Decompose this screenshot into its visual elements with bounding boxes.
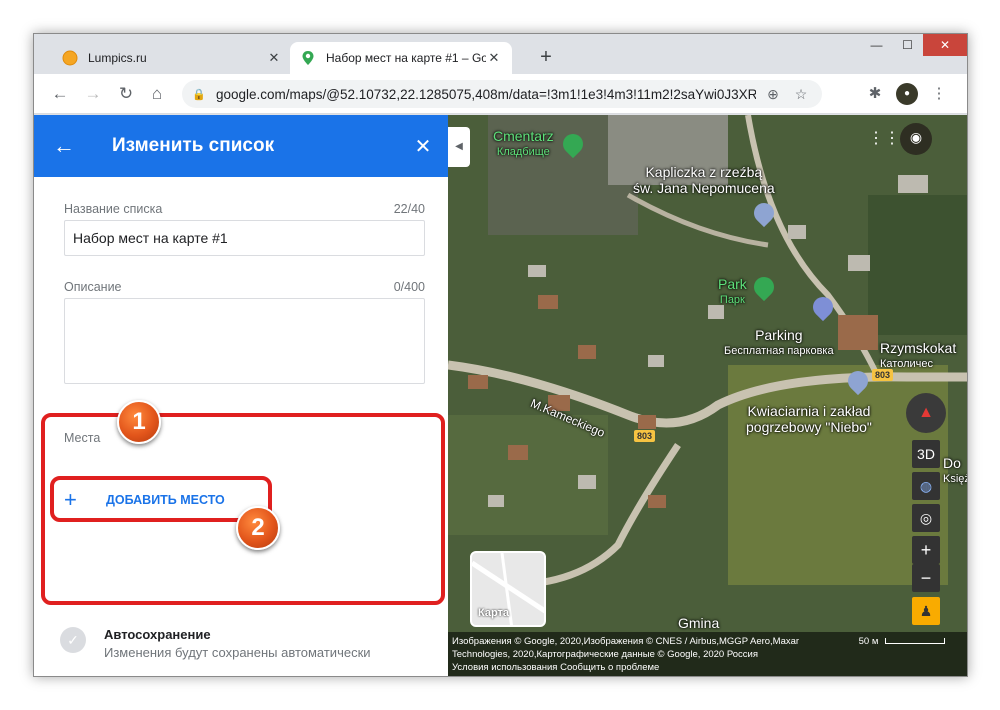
profile-avatar-icon[interactable]: ● <box>896 83 918 105</box>
attribution-line: Technologies, 2020,Картографические данн… <box>452 648 965 661</box>
label-text: Rzymskokat <box>880 340 956 356</box>
window-controls: — ☐ ✕ <box>861 34 967 56</box>
autosave-description: Изменения будут сохранены автоматически <box>104 645 371 660</box>
description-label-row: Описание 0/400 <box>64 280 425 294</box>
install-icon[interactable]: ⊕ <box>762 86 784 103</box>
minimize-icon[interactable]: — <box>861 34 892 56</box>
close-tab-icon[interactable]: ✕ <box>266 50 282 66</box>
label-text: Parking <box>724 327 834 343</box>
zoom-in-button[interactable]: + <box>912 536 940 564</box>
label-subtext: Парк <box>718 292 747 308</box>
url-text: google.com/maps/@52.10732,22.1285075,408… <box>216 87 756 102</box>
check-icon: ✓ <box>60 627 86 653</box>
map-label-kapliczka[interactable]: Kapliczka z rzeźbą św. Jana Nepomucena <box>633 164 775 196</box>
description-textarea[interactable] <box>64 298 425 384</box>
back-icon[interactable]: ← <box>48 82 72 106</box>
label-text: Do <box>943 455 968 471</box>
autosave-title: Автосохранение <box>104 627 371 642</box>
tab-title: Набор мест на карте #1 – Goog <box>326 51 486 65</box>
new-tab-button[interactable]: + <box>534 46 558 69</box>
list-name-label-row: Название списка 22/40 <box>64 202 425 216</box>
map-label-kwiaciarnia[interactable]: Kwiaciarnia i zakład pogrzebowy "Niebo" <box>746 403 872 435</box>
tab-bar: Lumpics.ru ✕ Набор мест на карте #1 – Go… <box>34 34 967 74</box>
scale-bar <box>885 638 945 644</box>
layer-label: Карта <box>478 607 509 619</box>
compass-icon[interactable]: ▲ <box>906 393 946 433</box>
reload-icon[interactable]: ↻ <box>114 82 138 106</box>
close-tab-icon[interactable]: ✕ <box>486 50 502 66</box>
lock-icon: 🔒 <box>192 88 206 101</box>
orange-circle-icon <box>62 50 78 66</box>
tab-maps[interactable]: Набор мест на карте #1 – Goog ✕ <box>290 42 512 74</box>
map-scale: 50 м <box>859 636 945 647</box>
collapse-panel-icon[interactable]: ◀ <box>448 127 470 167</box>
home-icon[interactable]: ⌂ <box>145 82 169 106</box>
tab-title: Lumpics.ru <box>88 51 266 65</box>
map-label-do[interactable]: Do Księży <box>943 455 968 487</box>
maps-pin-icon <box>300 50 316 66</box>
view-3d-button[interactable]: 3D <box>912 440 940 468</box>
step-badge-1: 1 <box>117 400 161 444</box>
label-text: św. Jana Nepomucena <box>633 180 775 196</box>
label-text: Kwiaciarnia i zakład <box>746 403 872 419</box>
autosave-row: ✓ Автосохранение Изменения будут сохране… <box>60 627 371 660</box>
road-number-badge: 803 <box>872 369 893 381</box>
extensions-icon[interactable]: ✱ <box>864 83 886 105</box>
label-text: Park <box>718 276 747 292</box>
map-layer-thumbnail[interactable]: Карта <box>470 551 546 627</box>
label-text: Cmentarz <box>493 128 554 144</box>
address-bar[interactable]: 🔒 google.com/maps/@52.10732,22.1285075,4… <box>182 80 822 108</box>
label-text: pogrzebowy "Niebo" <box>746 419 872 435</box>
label-subtext: Кладбище <box>493 144 554 160</box>
label-text: Kapliczka z rzeźbą <box>633 164 775 180</box>
road-number-badge: 803 <box>634 430 655 442</box>
tab-lumpics[interactable]: Lumpics.ru ✕ <box>52 42 292 74</box>
description-label: Описание <box>64 280 122 294</box>
window-close-icon[interactable]: ✕ <box>923 34 967 56</box>
bookmark-star-icon[interactable]: ☆ <box>790 86 812 103</box>
panel-header: ← Изменить список ✕ <box>34 115 448 177</box>
map-label-gmina: Gmina <box>678 615 719 631</box>
list-name-input[interactable]: Набор мест на карте #1 <box>64 220 425 256</box>
pegman-icon[interactable]: ♟ <box>912 597 940 625</box>
satellite-map[interactable]: ◀ Cmentarz Кладбище Kapliczka z rzeźbą ś… <box>448 115 968 677</box>
terms-links[interactable]: Условия использования Сообщить о проблем… <box>452 661 965 674</box>
label-subtext: Księży <box>943 471 968 487</box>
globe-icon[interactable]: ◍ <box>912 472 940 500</box>
close-icon[interactable]: ✕ <box>398 134 448 159</box>
map-label-cmentarz[interactable]: Cmentarz Кладбище <box>493 128 554 160</box>
maximize-icon[interactable]: ☐ <box>892 34 923 56</box>
zoom-out-button[interactable]: − <box>912 564 940 592</box>
my-location-icon[interactable]: ◎ <box>912 504 940 532</box>
step-badge-2: 2 <box>236 506 280 550</box>
account-avatar-icon[interactable]: ◉ <box>900 123 932 155</box>
map-label-park[interactable]: Park Парк <box>718 276 747 308</box>
panel-title: Изменить список <box>94 135 398 157</box>
apps-grid-icon[interactable]: ⋮⋮ <box>868 125 896 153</box>
menu-dots-icon[interactable]: ⋮ <box>928 83 950 105</box>
list-name-counter: 22/40 <box>394 202 425 216</box>
list-name-label: Название списка <box>64 202 162 216</box>
back-arrow-icon[interactable]: ← <box>34 133 94 159</box>
scale-label: 50 м <box>859 636 879 647</box>
map-label-rzymskokat[interactable]: Rzymskokat Католичес <box>880 340 956 372</box>
description-counter: 0/400 <box>394 280 425 294</box>
map-label-parking[interactable]: Parking Бесплатная парковка <box>724 327 834 359</box>
browser-toolbar: ← → ↻ ⌂ 🔒 google.com/maps/@52.10732,22.1… <box>34 74 967 114</box>
label-subtext: Бесплатная парковка <box>724 343 834 359</box>
forward-icon[interactable]: → <box>81 82 105 106</box>
